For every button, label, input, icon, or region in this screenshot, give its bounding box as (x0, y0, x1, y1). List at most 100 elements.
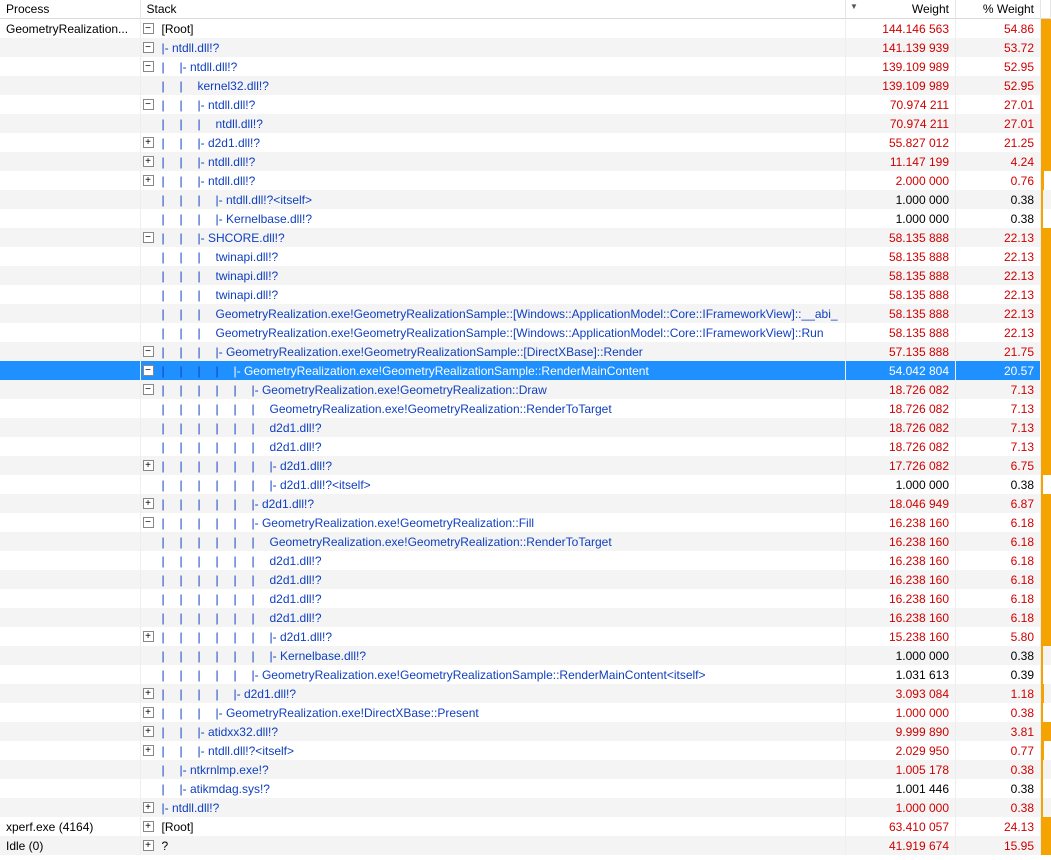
expand-icon[interactable]: + (143, 460, 154, 471)
table-row[interactable]: GeometryRealization...−[Root]144.146 563… (0, 19, 1051, 39)
weight-cell: 11.147 199 (846, 152, 956, 171)
expand-icon[interactable]: + (143, 631, 154, 642)
table-row[interactable]: −||- ntdll.dll!?139.109 98952.95 (0, 57, 1051, 76)
table-row[interactable]: |||||||- d2d1.dll!?<itself>1.000 0000.38 (0, 475, 1051, 494)
table-row[interactable]: ||||||d2d1.dll!?18.726 0827.13 (0, 418, 1051, 437)
table-row[interactable]: ||||||d2d1.dll!?16.238 1606.18 (0, 589, 1051, 608)
table-row[interactable]: |||GeometryRealization.exe!GeometryReali… (0, 323, 1051, 342)
collapse-icon[interactable]: − (143, 61, 154, 72)
process-cell (0, 589, 140, 608)
tree-pipe-icon: | (180, 250, 198, 264)
tree-pipe-icon: | (162, 668, 180, 682)
collapse-icon[interactable]: − (143, 517, 154, 528)
table-row[interactable]: +|||||||- d2d1.dll!?15.238 1605.80 (0, 627, 1051, 646)
collapse-icon[interactable]: − (143, 365, 154, 376)
stack-cell: ||||||d2d1.dll!? (140, 608, 846, 627)
tree-pipe-icon: | (198, 706, 216, 720)
expand-icon[interactable]: + (143, 137, 154, 148)
table-row[interactable]: +||||- GeometryRealization.exe!DirectXBa… (0, 703, 1051, 722)
table-row[interactable]: |||||||- Kernelbase.dll!?1.000 0000.38 (0, 646, 1051, 665)
table-row[interactable]: ||kernel32.dll!?139.109 98952.95 (0, 76, 1051, 95)
pct-cell: 0.38 (956, 779, 1041, 798)
table-row[interactable]: −|- ntdll.dll!?141.139 93953.72 (0, 38, 1051, 57)
weight-bar (1041, 798, 1043, 817)
table-row[interactable]: +|||- ntdll.dll!?<itself>2.029 9500.77 (0, 741, 1051, 760)
tree-pipe-icon: | (180, 497, 198, 511)
col-pct[interactable]: % Weight (956, 0, 1041, 19)
expand-icon[interactable]: + (143, 745, 154, 756)
bar-cell (1041, 76, 1051, 95)
table-row[interactable]: +|||||- d2d1.dll!?3.093 0841.18 (0, 684, 1051, 703)
table-row[interactable]: +|||||||- d2d1.dll!?17.726 0826.75 (0, 456, 1051, 475)
stack-label: |- ntdll.dll!? (162, 801, 220, 815)
table-row[interactable]: Idle (0)+?41.919 67415.95 (0, 836, 1051, 855)
table-row[interactable]: +||||||- d2d1.dll!?18.046 9496.87 (0, 494, 1051, 513)
expand-icon[interactable]: + (143, 498, 154, 509)
stack-cell: −|||- ntdll.dll!? (140, 95, 846, 114)
weight-cell: 58.135 888 (846, 247, 956, 266)
tree-pipe-icon: | (234, 516, 252, 530)
table-row[interactable]: +|||- ntdll.dll!?2.000 0000.76 (0, 171, 1051, 190)
collapse-icon[interactable]: − (143, 346, 154, 357)
expand-icon[interactable]: + (143, 175, 154, 186)
tree-pipe-icon: | (198, 193, 216, 207)
table-row[interactable]: ||||||GeometryRealization.exe!GeometryRe… (0, 399, 1051, 418)
table-row[interactable]: +|||- ntdll.dll!?11.147 1994.24 (0, 152, 1051, 171)
table-row[interactable]: −||||||- GeometryRealization.exe!Geometr… (0, 513, 1051, 532)
expand-icon[interactable]: + (143, 688, 154, 699)
table-row[interactable]: −||||- GeometryRealization.exe!GeometryR… (0, 342, 1051, 361)
pct-cell: 22.13 (956, 304, 1041, 323)
table-row[interactable]: |||GeometryRealization.exe!GeometryReali… (0, 304, 1051, 323)
table-row[interactable]: ||||||d2d1.dll!?16.238 1606.18 (0, 551, 1051, 570)
tree-pipe-icon: | (180, 592, 198, 606)
collapse-icon[interactable]: − (143, 384, 154, 395)
tree-pipe-icon: | (180, 345, 198, 359)
table-row[interactable]: −|||||- GeometryRealization.exe!Geometry… (0, 361, 1051, 380)
table-row[interactable]: +|||- d2d1.dll!?55.827 01221.25 (0, 133, 1051, 152)
expand-icon[interactable]: + (143, 840, 154, 851)
table-row[interactable]: ||||- Kernelbase.dll!?1.000 0000.38 (0, 209, 1051, 228)
table-row[interactable]: |||ntdll.dll!?70.974 21127.01 (0, 114, 1051, 133)
tree-pipe-icon: | (216, 535, 234, 549)
table-row[interactable]: −||||||- GeometryRealization.exe!Geometr… (0, 380, 1051, 399)
table-row[interactable]: ||||||GeometryRealization.exe!GeometryRe… (0, 532, 1051, 551)
expand-icon[interactable]: + (143, 821, 154, 832)
collapse-icon[interactable]: − (143, 23, 154, 34)
stack-cell: +|||- ntdll.dll!?<itself> (140, 741, 846, 760)
table-row[interactable]: |||twinapi.dll!?58.135 88822.13 (0, 266, 1051, 285)
table-row[interactable]: ||||||- GeometryRealization.exe!Geometry… (0, 665, 1051, 684)
collapse-icon[interactable]: − (143, 42, 154, 53)
tree-pipe-icon: | (252, 402, 270, 416)
pct-cell: 7.13 (956, 418, 1041, 437)
expand-icon[interactable]: + (143, 726, 154, 737)
col-stack[interactable]: Stack (140, 0, 846, 19)
expand-icon[interactable]: + (143, 707, 154, 718)
table-row[interactable]: −|||- ntdll.dll!?70.974 21127.01 (0, 95, 1051, 114)
col-process[interactable]: Process (0, 0, 140, 19)
expand-icon[interactable]: + (143, 802, 154, 813)
col-weight[interactable]: ▼Weight (846, 0, 956, 19)
table-row[interactable]: −|||- SHCORE.dll!?58.135 88822.13 (0, 228, 1051, 247)
table-row[interactable]: ||- ntkrnlmp.exe!?1.005 1780.38 (0, 760, 1051, 779)
stack-cell: ||||||d2d1.dll!? (140, 589, 846, 608)
tree-pipe-icon: | (198, 687, 216, 701)
table-row[interactable]: ||||- ntdll.dll!?<itself>1.000 0000.38 (0, 190, 1051, 209)
table-row[interactable]: ||||||d2d1.dll!?16.238 1606.18 (0, 570, 1051, 589)
process-cell (0, 57, 140, 76)
collapse-icon[interactable]: − (143, 99, 154, 110)
table-row[interactable]: ||||||d2d1.dll!?16.238 1606.18 (0, 608, 1051, 627)
stack-label: |- d2d1.dll!? (252, 497, 315, 511)
table-row[interactable]: ||||||d2d1.dll!?18.726 0827.13 (0, 437, 1051, 456)
table-row[interactable]: xperf.exe (4164)+[Root]63.410 05724.13 (0, 817, 1051, 836)
collapse-icon[interactable]: − (143, 232, 154, 243)
table-row[interactable]: |||twinapi.dll!?58.135 88822.13 (0, 247, 1051, 266)
table-row[interactable]: +|||- atidxx32.dll!?9.999 8903.81 (0, 722, 1051, 741)
table-row[interactable]: |||twinapi.dll!?58.135 88822.13 (0, 285, 1051, 304)
expand-icon[interactable]: + (143, 156, 154, 167)
table-row[interactable]: +|- ntdll.dll!?1.000 0000.38 (0, 798, 1051, 817)
stack-cell: ||kernel32.dll!? (140, 76, 846, 95)
table-row[interactable]: ||- atikmdag.sys!?1.001 4460.38 (0, 779, 1051, 798)
stack-cell: −|||||- GeometryRealization.exe!Geometry… (140, 361, 846, 380)
tree-pipe-icon: | (162, 212, 180, 226)
tree-pipe-icon: | (162, 497, 180, 511)
